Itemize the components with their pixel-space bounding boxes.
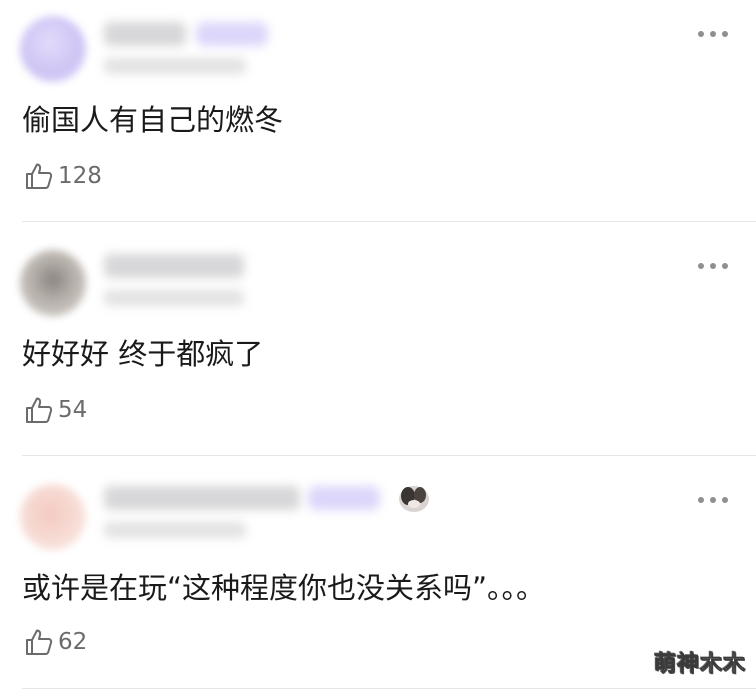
avatar[interactable]	[20, 250, 86, 316]
like-count: 54	[58, 397, 88, 423]
dot-icon	[698, 497, 704, 503]
more-options-button[interactable]	[698, 30, 728, 38]
dot-icon	[722, 497, 728, 503]
comment-text: 或许是在玩“这种程度你也没关系吗”。。。	[22, 571, 546, 605]
comment-meta-blurred	[104, 290, 244, 306]
sticker-image	[399, 486, 429, 512]
comment-item: 或许是在玩“这种程度你也没关系吗”。。。 62	[0, 456, 756, 689]
like-button[interactable]: 62	[24, 626, 87, 658]
comment-item: 好好好 终于都疯了 54	[0, 222, 756, 456]
watermark: 萌神木木	[653, 652, 746, 678]
username-blurred[interactable]	[104, 254, 244, 278]
more-options-button[interactable]	[698, 262, 728, 270]
like-count: 128	[58, 163, 102, 189]
avatar[interactable]	[20, 484, 86, 550]
thumbs-up-icon	[26, 629, 53, 655]
dot-icon	[722, 263, 728, 269]
dot-icon	[710, 497, 716, 503]
comment-text: 偷国人有自己的燃冬	[22, 103, 284, 137]
comment-meta-blurred	[104, 522, 246, 538]
comment-text: 好好好 终于都疯了	[22, 337, 264, 371]
thumbs-up-icon	[26, 397, 53, 423]
dot-icon	[698, 31, 704, 37]
dot-icon	[722, 31, 728, 37]
comment-meta-blurred	[104, 58, 246, 74]
avatar[interactable]	[20, 16, 86, 82]
user-tag-blurred	[308, 486, 380, 510]
dot-icon	[698, 263, 704, 269]
thumbs-up-icon	[26, 163, 53, 189]
like-count: 62	[58, 629, 88, 655]
username-blurred[interactable]	[104, 22, 186, 46]
like-button[interactable]: 128	[24, 160, 102, 192]
more-options-button[interactable]	[698, 496, 728, 504]
like-button[interactable]: 54	[24, 394, 87, 426]
dot-icon	[710, 263, 716, 269]
username-blurred[interactable]	[104, 486, 300, 510]
comment-item: 偷国人有自己的燃冬 128	[0, 0, 756, 222]
user-tag-blurred	[196, 22, 268, 46]
dot-icon	[710, 31, 716, 37]
